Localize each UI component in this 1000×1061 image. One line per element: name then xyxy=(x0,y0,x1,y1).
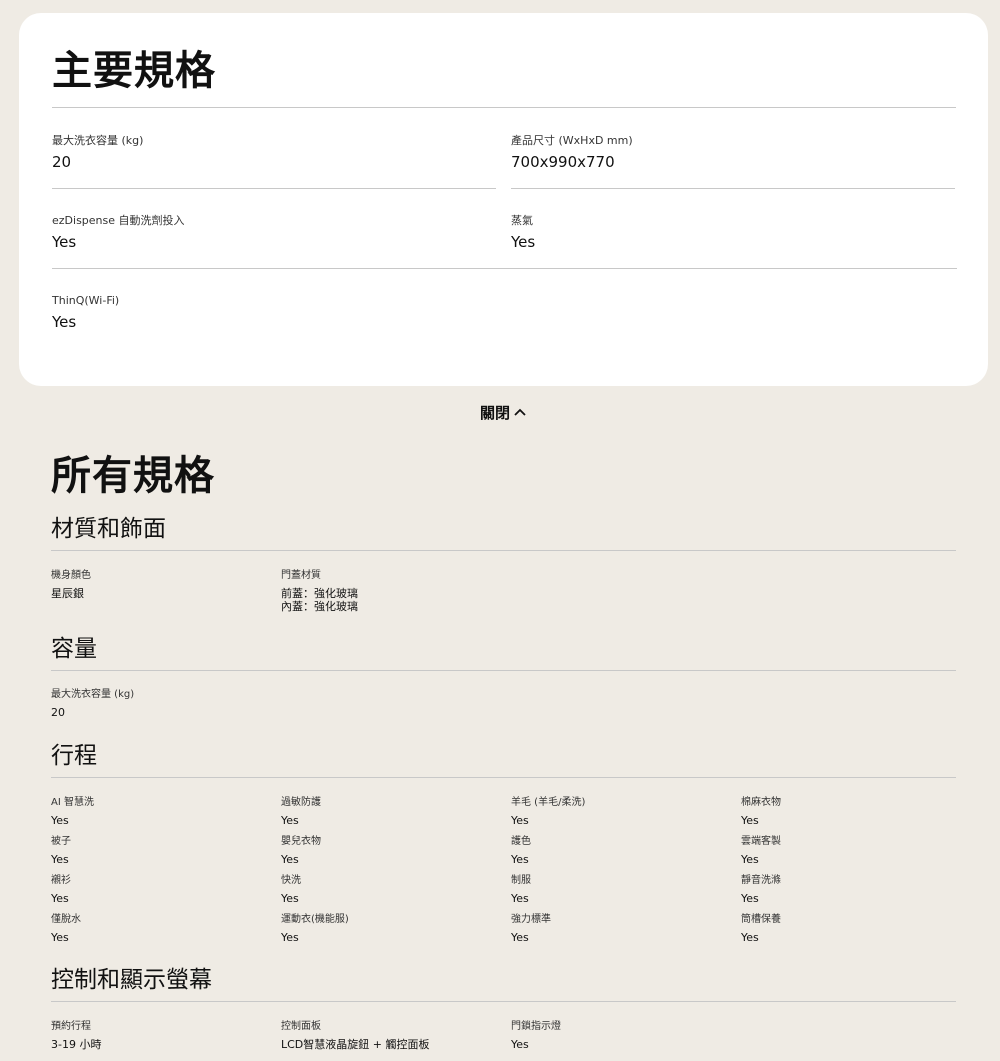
spec-value: Yes xyxy=(281,931,299,944)
collapse-button[interactable]: 關閉 xyxy=(480,402,526,424)
spec-value: 星辰銀 xyxy=(51,587,84,600)
spec-label: 機身顏色 xyxy=(51,570,91,581)
spec-label: 嬰兒衣物 xyxy=(281,836,321,847)
spec-cell: 門鎖指示燈 Yes xyxy=(511,1020,731,1051)
spec-label: 蒸氣 xyxy=(511,214,533,227)
spec-value: Yes xyxy=(51,931,69,944)
spec-label: 運動衣(機能服) xyxy=(281,914,349,925)
section-title-capacity: 容量 xyxy=(51,636,97,662)
spec-value: Yes xyxy=(741,931,759,944)
spec-value: 前蓋：強化玻璃 內蓋：強化玻璃 xyxy=(281,587,358,613)
spec-cell: 門蓋材質 前蓋：強化玻璃 內蓋：強化玻璃 xyxy=(281,569,501,613)
spec-cell: 制服 Yes xyxy=(511,874,731,905)
spec-cell: AI 智慧洗 Yes xyxy=(51,796,271,827)
spec-value: Yes xyxy=(511,931,529,944)
spec-label: ezDispense 自動洗劑投入 xyxy=(52,214,185,227)
spec-value: Yes xyxy=(281,892,299,905)
spec-label: 制服 xyxy=(511,875,531,886)
spec-cell: 襯衫 Yes xyxy=(51,874,271,905)
section-title-material: 材質和飾面 xyxy=(51,516,166,542)
spec-cell: 僅脫水 Yes xyxy=(51,913,271,944)
spec-value: 20 xyxy=(52,153,72,171)
spec-value: LCD智慧液晶旋鈕 + 觸控面板 xyxy=(281,1038,430,1051)
divider xyxy=(51,670,956,671)
spec-value: Yes xyxy=(51,892,69,905)
spec-label: 快洗 xyxy=(281,875,301,886)
spec-value: Yes xyxy=(741,892,759,905)
spec-value: Yes xyxy=(281,814,299,827)
spec-cell: 控制面板 LCD智慧液晶旋鈕 + 觸控面板 xyxy=(281,1020,501,1051)
spec-cell: 雲端客製 Yes xyxy=(741,835,961,866)
spec-cell: 羊毛 (羊毛/柔洗) Yes xyxy=(511,796,731,827)
spec-label: 筒槽保養 xyxy=(741,914,781,925)
spec-value: Yes xyxy=(51,853,69,866)
collapse-label: 關閉 xyxy=(480,404,511,422)
section-title-programs: 行程 xyxy=(51,743,97,769)
spec-label: 門蓋材質 xyxy=(281,570,321,581)
spec-steam: 蒸氣 Yes xyxy=(511,188,955,268)
spec-cell: 強力標準 Yes xyxy=(511,913,731,944)
spec-value: Yes xyxy=(51,814,69,827)
spec-value: 700x990x770 xyxy=(511,153,615,171)
spec-label: 門鎖指示燈 xyxy=(511,1021,561,1032)
spec-label: 羊毛 (羊毛/柔洗) xyxy=(511,797,586,808)
spec-cell: 嬰兒衣物 Yes xyxy=(281,835,501,866)
section-title-controls: 控制和顯示螢幕 xyxy=(51,967,212,993)
spec-label: 產品尺寸 (WxHxD mm) xyxy=(511,134,633,147)
spec-cell: 運動衣(機能服) Yes xyxy=(281,913,501,944)
divider xyxy=(51,1001,956,1002)
spec-value: Yes xyxy=(511,892,529,905)
spec-label: 僅脫水 xyxy=(51,914,81,925)
spec-cell: 靜音洗滌 Yes xyxy=(741,874,961,905)
spec-label: 棉麻衣物 xyxy=(741,797,781,808)
spec-label: 過敏防護 xyxy=(281,797,321,808)
spec-ezdispense: ezDispense 自動洗劑投入 Yes xyxy=(52,188,957,269)
spec-label: AI 智慧洗 xyxy=(51,797,94,808)
spec-cell: 棉麻衣物 Yes xyxy=(741,796,961,827)
spec-capacity: 最大洗衣容量 (kg) 20 xyxy=(52,108,496,189)
spec-cell: 過敏防護 Yes xyxy=(281,796,501,827)
spec-label: 控制面板 xyxy=(281,1021,321,1032)
spec-cell: 預約行程 3-19 小時 xyxy=(51,1020,271,1051)
spec-label: 靜音洗滌 xyxy=(741,875,781,886)
spec-cell: 快洗 Yes xyxy=(281,874,501,905)
spec-label: ThinQ(Wi-Fi) xyxy=(52,294,120,307)
divider xyxy=(51,550,956,551)
spec-value: Yes xyxy=(52,233,77,251)
spec-thinq: ThinQ(Wi-Fi) Yes xyxy=(52,268,496,348)
spec-cell: 被子 Yes xyxy=(51,835,271,866)
spec-cell: 最大洗衣容量 (kg) 20 xyxy=(51,688,271,719)
spec-label: 雲端客製 xyxy=(741,836,781,847)
spec-value: Yes xyxy=(741,814,759,827)
key-specs-card: 主要規格 最大洗衣容量 (kg) 20 產品尺寸 (WxHxD mm) 700x… xyxy=(19,13,988,386)
spec-cell: 筒槽保養 Yes xyxy=(741,913,961,944)
spec-value: Yes xyxy=(511,814,529,827)
spec-value: Yes xyxy=(52,313,77,331)
key-specs-title: 主要規格 xyxy=(52,48,216,94)
spec-dimensions: 產品尺寸 (WxHxD mm) 700x990x770 xyxy=(511,108,955,189)
spec-value: Yes xyxy=(511,853,529,866)
spec-label: 被子 xyxy=(51,836,71,847)
divider xyxy=(51,777,956,778)
spec-label: 最大洗衣容量 (kg) xyxy=(51,689,135,700)
spec-value: 20 xyxy=(51,706,65,719)
spec-cell: 護色 Yes xyxy=(511,835,731,866)
spec-value: Yes xyxy=(281,853,299,866)
spec-label: 護色 xyxy=(511,836,531,847)
spec-value: Yes xyxy=(511,233,536,251)
spec-label: 最大洗衣容量 (kg) xyxy=(52,134,144,147)
spec-label: 預約行程 xyxy=(51,1021,91,1032)
spec-value: Yes xyxy=(511,1038,529,1051)
all-specs-title: 所有規格 xyxy=(51,453,215,499)
spec-label: 襯衫 xyxy=(51,875,71,886)
spec-cell: 機身顏色 星辰銀 xyxy=(51,569,271,600)
spec-value: Yes xyxy=(741,853,759,866)
spec-value: 3-19 小時 xyxy=(51,1038,102,1051)
chevron-up-icon xyxy=(514,401,526,423)
spec-label: 強力標準 xyxy=(511,914,551,925)
